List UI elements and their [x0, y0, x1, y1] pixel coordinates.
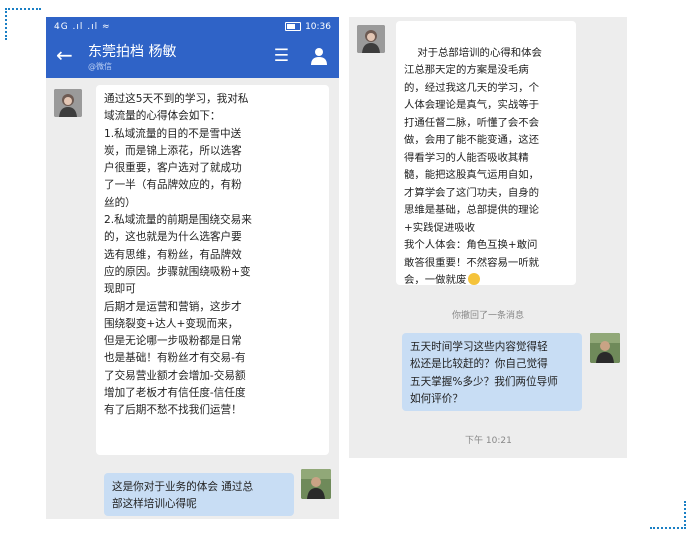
recall-notice: 你撤回了一条消息 [451, 311, 524, 321]
menu-icon[interactable]: ☰ [274, 48, 289, 65]
status-bar: 4G .ıl .ıl ≈ 10:36 [46, 17, 339, 36]
message-timestamp: 下午 10:21 [465, 436, 512, 446]
message-bubble-sent: 五天时间学习这些内容觉得轻 松还是比较赶的？你自己觉得 五天掌握%多少？我们两位… [402, 333, 582, 411]
signal-indicators: 4G .ıl .ıl ≈ [54, 21, 111, 32]
status-time: 10:36 [305, 21, 331, 32]
message-bubble-sent: 这是你对于业务的体会 通过总 部这样培训心得呢 [104, 473, 294, 516]
self-avatar[interactable] [301, 469, 331, 499]
grin-emoji-icon [468, 273, 481, 285]
chat-header: ← 东莞拍档 杨敏 @微信 ☰ [46, 36, 339, 78]
sender-avatar[interactable] [357, 25, 385, 53]
status-right: 10:36 [285, 22, 331, 32]
chat-subtitle: @微信 [88, 62, 112, 71]
corner-decoration-bottom-right [650, 501, 686, 529]
message-bubble-received: 通过这5天不到的学习，我对私 域流量的心得体会如下： 1.私域流量的目的不是雪中… [96, 85, 329, 455]
chat-title: 东莞拍档 杨敏 [88, 44, 177, 60]
sender-avatar[interactable] [54, 89, 82, 117]
battery-icon [285, 22, 302, 31]
back-arrow-icon[interactable]: ← [56, 45, 73, 65]
contact-icon[interactable] [309, 46, 329, 66]
message-bubble-received: 对于总部培训的心得和体会 江总那天定的方案是没毛病 的，经过我这几天的学习，个 … [396, 21, 576, 287]
message-text: 对于总部培训的心得和体会 江总那天定的方案是没毛病 的，经过我这几天的学习，个 … [404, 46, 542, 287]
corner-decoration-top-left [5, 8, 41, 40]
right-chat-screenshot: 对于总部培训的心得和体会 江总那天定的方案是没毛病 的，经过我这几天的学习，个 … [349, 17, 627, 458]
self-avatar[interactable] [590, 333, 620, 363]
left-chat-screenshot: 4G .ıl .ıl ≈ 10:36 ← 东莞拍档 杨敏 @微信 ☰ 通过这5天… [46, 17, 339, 519]
